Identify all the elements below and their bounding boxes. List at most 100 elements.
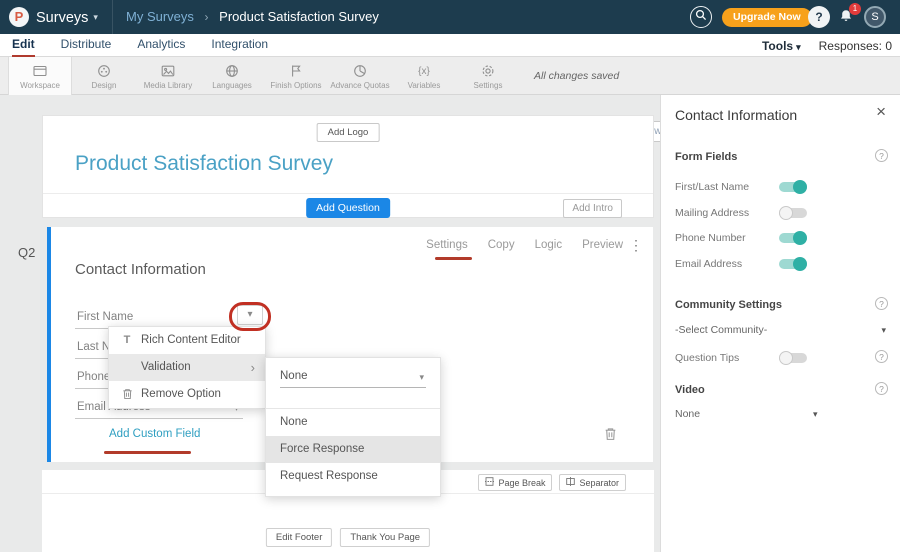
chevron-down-icon: ▾ (93, 12, 98, 22)
thank-you-page-button[interactable]: Thank You Page (340, 528, 430, 547)
help-icon[interactable]: ? (875, 382, 888, 395)
breadcrumb: My Surveys › Product Satisfaction Survey (126, 0, 379, 34)
question-preview-link[interactable]: Preview (582, 239, 623, 251)
survey-title[interactable]: Product Satisfaction Survey (75, 152, 333, 176)
validation-select[interactable]: None ▾ (280, 370, 426, 388)
topbar-divider (112, 0, 113, 34)
toolbar-item-languages[interactable]: Languages (200, 57, 264, 95)
menu-item-validation[interactable]: Validation › (109, 354, 265, 381)
upgrade-now-button[interactable]: Upgrade Now (722, 8, 812, 27)
separator-icon (566, 477, 575, 488)
breadcrumb-my-surveys[interactable]: My Surveys (126, 9, 194, 24)
field-context-menu: T Rich Content Editor Validation › Remov… (108, 326, 266, 409)
menu-item-remove-option[interactable]: Remove Option (109, 381, 265, 408)
tab-analytics[interactable]: Analytics (137, 34, 185, 57)
tab-integration[interactable]: Integration (211, 34, 268, 57)
add-custom-field-link[interactable]: Add Custom Field (109, 428, 200, 440)
navbar: Edit Distribute Analytics Integration To… (0, 34, 900, 57)
toggle-phone-number[interactable] (779, 231, 807, 245)
separator-button[interactable]: Separator (559, 474, 626, 491)
advance-quotas-icon (352, 63, 368, 80)
toggle-first-last-name[interactable] (779, 180, 807, 194)
toolbar-item-advance-quotas[interactable]: Advance Quotas (328, 57, 392, 95)
help-button[interactable]: ? (808, 6, 830, 28)
toolbar-item-workspace[interactable]: Workspace (8, 57, 72, 95)
video-select[interactable]: None (675, 408, 700, 420)
workspace-icon (32, 63, 48, 80)
questionpro-logo[interactable]: P (9, 7, 29, 27)
question-overflow-menu[interactable]: ⋮ (629, 237, 643, 254)
validation-option-force-response[interactable]: Force Response (266, 436, 440, 463)
question-actions: Settings Copy Logic Preview (426, 239, 623, 251)
toggle-question-tips[interactable] (779, 351, 807, 365)
question-copy-link[interactable]: Copy (488, 239, 515, 251)
avatar[interactable]: S (864, 6, 886, 28)
toggle-label-email-address: Email Address (675, 258, 742, 270)
toggle-email-address[interactable] (779, 257, 807, 271)
question-settings-link[interactable]: Settings (426, 239, 468, 251)
chevron-down-icon[interactable]: ▾ (813, 409, 818, 420)
community-settings-heading: Community Settings (675, 299, 782, 311)
page-break-button[interactable]: Page Break (478, 474, 552, 491)
toolbar-item-settings[interactable]: Settings (456, 57, 520, 95)
submenu-arrow-icon: › (251, 354, 255, 381)
toggle-label-first-last-name: First/Last Name (675, 181, 749, 193)
toggle-label-phone-number: Phone Number (675, 232, 746, 244)
search-icon (695, 8, 707, 26)
help-icon[interactable]: ? (875, 297, 888, 310)
autosave-status: All changes saved (534, 57, 619, 95)
trash-icon (119, 381, 135, 408)
sidebar-title: Contact Information (675, 107, 797, 123)
gear-icon (480, 63, 496, 80)
notification-badge: 1 (849, 3, 861, 15)
validation-submenu: None ▾ None Force Response Request Respo… (265, 357, 441, 497)
validation-option-request-response[interactable]: Request Response (266, 463, 440, 490)
topbar: P Surveys▾ My Surveys › Product Satisfac… (0, 0, 900, 34)
field-first-name[interactable]: First Name (75, 299, 243, 329)
question-number: Q2 (18, 245, 35, 260)
question-logic-link[interactable]: Logic (535, 239, 563, 251)
tab-distribute[interactable]: Distribute (61, 34, 112, 57)
help-icon[interactable]: ? (875, 149, 888, 162)
edit-footer-button[interactable]: Edit Footer (266, 528, 332, 547)
trash-icon (604, 428, 617, 445)
help-icon[interactable]: ? (875, 350, 888, 363)
responses-count[interactable]: Responses: 0 (819, 39, 892, 53)
validation-option-none[interactable]: None (266, 409, 440, 436)
toolbar-item-finish-options[interactable]: Finish Options (264, 57, 328, 95)
nav-tabs: Edit Distribute Analytics Integration (12, 34, 268, 57)
add-intro-button[interactable]: Add Intro (563, 199, 622, 218)
toolbar-item-variables[interactable]: {x} Variables (392, 57, 456, 95)
toggle-mailing-address[interactable] (779, 206, 807, 220)
first-name-options-dropdown[interactable]: ▾ (237, 305, 263, 325)
submenu-spacer (266, 388, 440, 408)
add-logo-button[interactable]: Add Logo (317, 123, 380, 142)
rich-text-icon: T (119, 327, 135, 354)
footer-buttons: Edit Footer Thank You Page (266, 528, 430, 547)
question-title[interactable]: Contact Information (75, 261, 206, 278)
chevron-down-icon: ▾ (796, 42, 801, 52)
add-question-button[interactable]: Add Question (306, 198, 390, 218)
toolbar-item-media-library[interactable]: Media Library (136, 57, 200, 95)
breadcrumb-separator-icon: › (205, 10, 209, 24)
toolbar-item-design[interactable]: Design (72, 57, 136, 95)
chevron-down-icon: ▾ (419, 372, 424, 383)
tools-menu[interactable]: Tools▾ (762, 39, 801, 53)
menu-item-rich-content-editor[interactable]: T Rich Content Editor (109, 327, 265, 354)
variables-icon: {x} (418, 63, 430, 80)
community-select[interactable]: -Select Community- (675, 324, 767, 336)
validation-options-list: None Force Response Request Response (266, 408, 440, 490)
search-button[interactable] (690, 6, 712, 28)
chevron-down-icon: ▾ (247, 309, 252, 320)
delete-question-button[interactable] (604, 427, 617, 446)
languages-icon (224, 63, 240, 80)
chevron-down-icon[interactable]: ▾ (881, 325, 886, 336)
media-library-icon (160, 63, 176, 80)
surveys-product-menu[interactable]: Surveys▾ (36, 0, 98, 34)
page-break-icon (485, 477, 494, 488)
editor-toolbar: Workspace Design Media Library Languages… (0, 57, 900, 95)
video-heading: Video (675, 384, 705, 396)
tab-edit[interactable]: Edit (12, 34, 35, 57)
design-icon (96, 63, 112, 80)
close-icon[interactable]: × (876, 103, 886, 120)
